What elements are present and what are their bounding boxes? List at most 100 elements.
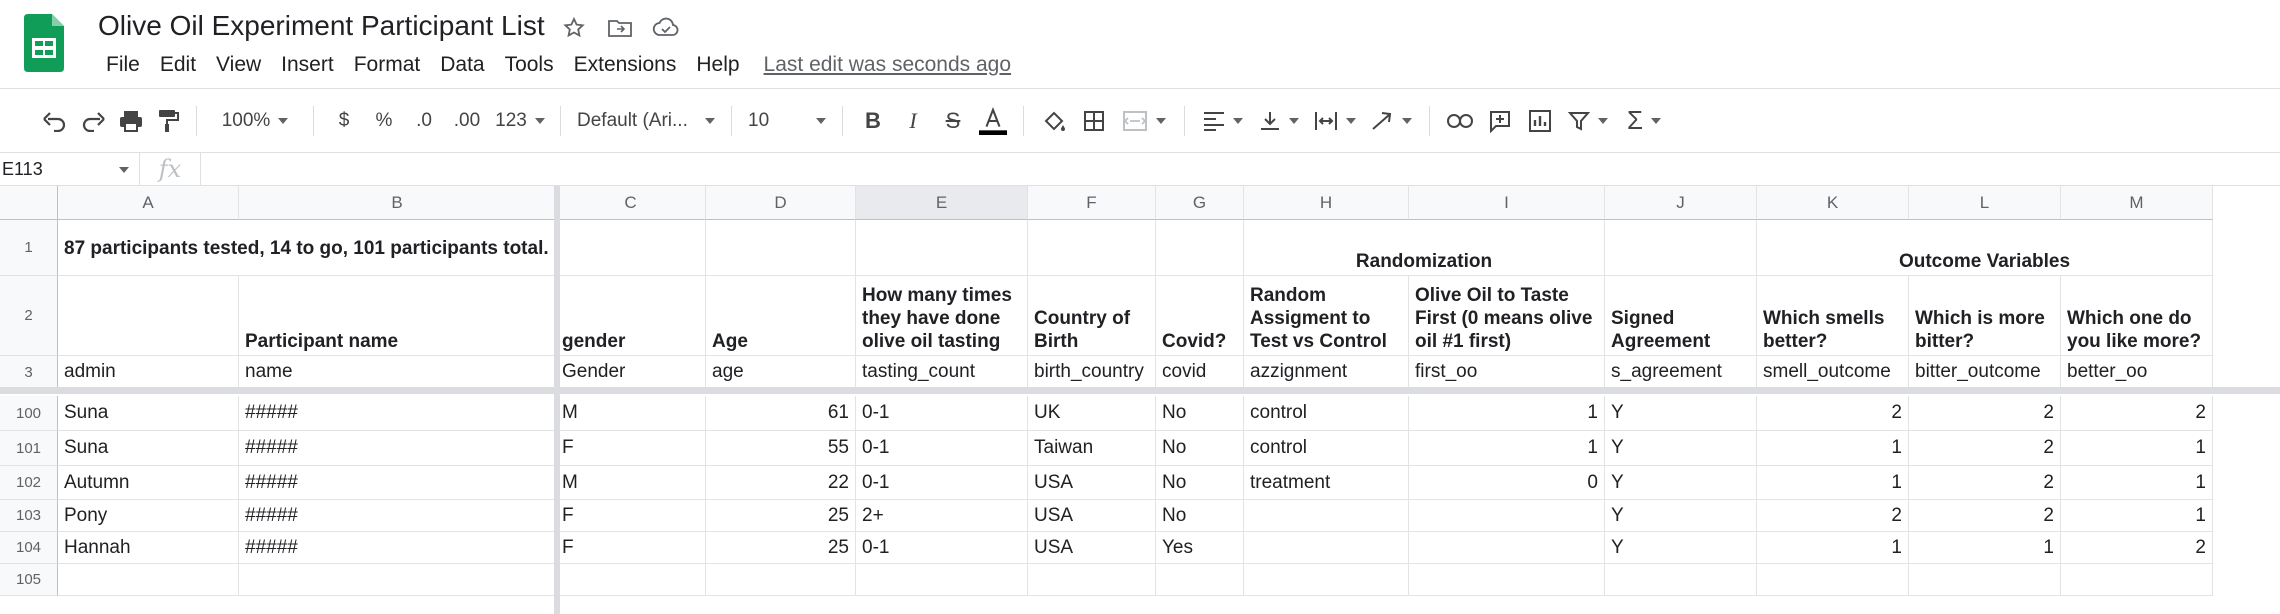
cell[interactable]: 0-1	[856, 431, 1028, 466]
cell[interactable]	[1605, 564, 1757, 596]
header-cell[interactable]: Participant name	[239, 276, 556, 356]
cell[interactable]: USA	[1028, 500, 1156, 532]
insert-chart-icon[interactable]	[1520, 101, 1560, 141]
text-wrapping-icon[interactable]	[1307, 101, 1363, 141]
cell[interactable]: 2	[1909, 466, 2061, 500]
horizontal-align-icon[interactable]	[1195, 101, 1251, 141]
cell[interactable]	[556, 220, 706, 276]
outcome-variables-header-cell[interactable]: Outcome Variables	[1757, 220, 2213, 276]
font-size-select[interactable]: 10	[742, 101, 832, 141]
cell[interactable]: 1	[2061, 500, 2213, 532]
cell[interactable]	[706, 220, 856, 276]
cell[interactable]	[58, 564, 239, 596]
cell[interactable]: s_agreement	[1605, 356, 1757, 389]
cell[interactable]	[1028, 564, 1156, 596]
cell[interactable]: Y	[1605, 532, 1757, 564]
cell[interactable]: Suna	[58, 431, 239, 466]
cell[interactable]: Y	[1605, 500, 1757, 532]
cell[interactable]	[1156, 564, 1244, 596]
print-icon[interactable]	[112, 101, 150, 141]
cell[interactable]: Yes	[1156, 532, 1244, 564]
bold-icon[interactable]: B	[853, 101, 893, 141]
header-cell[interactable]: Which smells better?	[1757, 276, 1909, 356]
cell[interactable]	[1409, 532, 1605, 564]
cell[interactable]: Autumn	[58, 466, 239, 500]
column-header-e[interactable]: E	[856, 186, 1028, 220]
cell[interactable]: 0-1	[856, 466, 1028, 500]
cell[interactable]: 0	[1409, 466, 1605, 500]
menu-view[interactable]: View	[206, 53, 271, 77]
cell[interactable]: No	[1156, 500, 1244, 532]
row-header[interactable]: 1	[0, 220, 58, 276]
cell[interactable]: bitter_outcome	[1909, 356, 2061, 389]
cell[interactable]: USA	[1028, 466, 1156, 500]
cell[interactable]: 25	[706, 532, 856, 564]
vertical-align-icon[interactable]	[1251, 101, 1307, 141]
cell[interactable]: #####	[239, 500, 556, 532]
cell[interactable]: 1	[1409, 431, 1605, 466]
cell[interactable]: Y	[1605, 431, 1757, 466]
cell[interactable]: No	[1156, 431, 1244, 466]
cell[interactable]	[1244, 532, 1409, 564]
row-header[interactable]: 3	[0, 356, 58, 389]
decrease-decimal-button[interactable]: .0	[404, 101, 444, 141]
header-cell[interactable]: Random Assigment to Test vs Control	[1244, 276, 1409, 356]
cell[interactable]: 2	[1757, 500, 1909, 532]
zoom-select[interactable]: 100%	[207, 101, 303, 141]
cell[interactable]: 2	[2061, 396, 2213, 431]
cell[interactable]	[58, 276, 239, 356]
redo-icon[interactable]	[74, 101, 112, 141]
row-header[interactable]: 102	[0, 466, 58, 500]
cell[interactable]: #####	[239, 396, 556, 431]
cell[interactable]: #####	[239, 532, 556, 564]
cell[interactable]: admin	[58, 356, 239, 389]
header-cell[interactable]: Country of Birth	[1028, 276, 1156, 356]
italic-icon[interactable]: I	[893, 101, 933, 141]
cell[interactable]: 0-1	[856, 396, 1028, 431]
insert-link-icon[interactable]	[1440, 101, 1480, 141]
summary-cell[interactable]: 87 participants tested, 14 to go, 101 pa…	[58, 220, 556, 276]
header-cell[interactable]: How many times they have done olive oil …	[856, 276, 1028, 356]
cell[interactable]: 2	[2061, 532, 2213, 564]
header-cell[interactable]: Which is more bitter?	[1909, 276, 2061, 356]
cell[interactable]: 2	[1909, 431, 2061, 466]
cell[interactable]: age	[706, 356, 856, 389]
cell[interactable]: M	[556, 396, 706, 431]
document-title[interactable]: Olive Oil Experiment Participant List	[98, 10, 545, 42]
cell[interactable]: M	[556, 466, 706, 500]
cell[interactable]: #####	[239, 431, 556, 466]
undo-icon[interactable]	[36, 101, 74, 141]
cell[interactable]	[1757, 564, 1909, 596]
formula-input[interactable]	[200, 153, 2280, 185]
row-header[interactable]: 101	[0, 431, 58, 466]
cell[interactable]: UK	[1028, 396, 1156, 431]
last-edit-link[interactable]: Last edit was seconds ago	[764, 53, 1012, 77]
insert-comment-icon[interactable]	[1480, 101, 1520, 141]
cell[interactable]	[1244, 564, 1409, 596]
cell[interactable]: 22	[706, 466, 856, 500]
frozen-row-divider[interactable]	[0, 387, 2280, 394]
cell[interactable]: name	[239, 356, 556, 389]
menu-data[interactable]: Data	[430, 53, 494, 77]
cell[interactable]: Y	[1605, 466, 1757, 500]
cell[interactable]: No	[1156, 466, 1244, 500]
font-family-select[interactable]: Default (Ari...	[571, 101, 721, 141]
cell[interactable]: treatment	[1244, 466, 1409, 500]
header-cell[interactable]: gender	[556, 276, 706, 356]
cell[interactable]: F	[556, 500, 706, 532]
cell[interactable]: 1	[1409, 396, 1605, 431]
menu-tools[interactable]: Tools	[495, 53, 564, 77]
cell[interactable]: smell_outcome	[1757, 356, 1909, 389]
cell[interactable]	[1156, 220, 1244, 276]
column-header-b[interactable]: B	[239, 186, 556, 220]
menu-help[interactable]: Help	[686, 53, 749, 77]
cell[interactable]: birth_country	[1028, 356, 1156, 389]
text-color-icon[interactable]	[973, 101, 1013, 141]
strikethrough-icon[interactable]: S	[933, 101, 973, 141]
menu-file[interactable]: File	[96, 53, 150, 77]
cell[interactable]: 61	[706, 396, 856, 431]
cell[interactable]: 0-1	[856, 532, 1028, 564]
menu-format[interactable]: Format	[344, 53, 431, 77]
star-icon[interactable]	[558, 12, 590, 44]
cell[interactable]: Pony	[58, 500, 239, 532]
